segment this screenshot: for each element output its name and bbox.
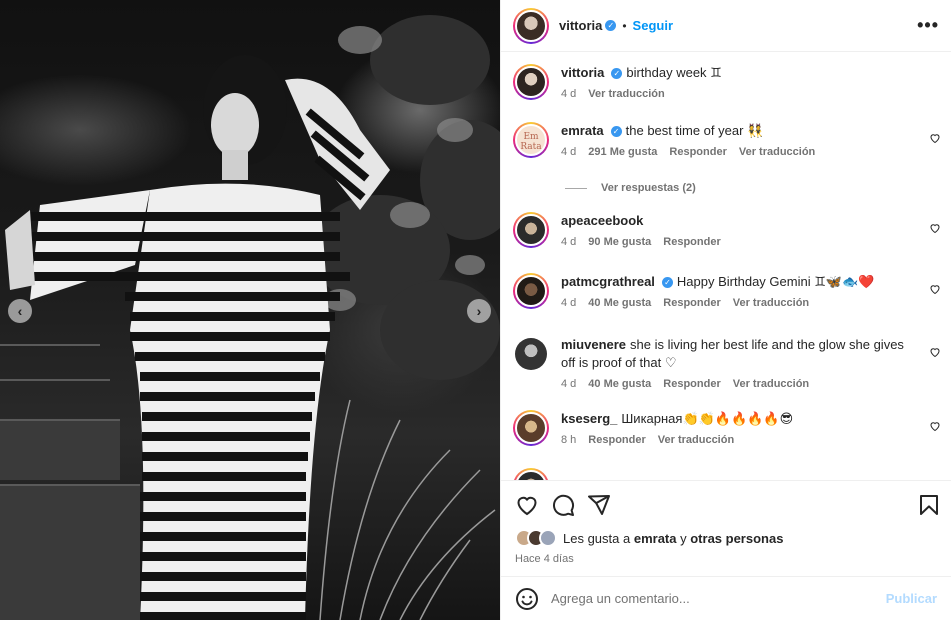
separator-dot: • <box>622 18 627 33</box>
likes-prefix: Les gusta a <box>563 530 631 546</box>
comment-text: the best time of year 👯 <box>625 123 764 138</box>
liker-avatar <box>539 529 557 547</box>
post-photo[interactable]: ‹ › <box>0 0 500 620</box>
see-translation-link[interactable]: Ver traducción <box>658 434 734 446</box>
comment-likes[interactable]: 90 Me gusta <box>588 236 651 248</box>
chevron-right-icon: › <box>476 303 482 319</box>
comment-username[interactable]: miuvenere <box>561 337 626 352</box>
comment-text: Happy Birthday Gemini ♊🦋🐟❤️ <box>676 274 875 289</box>
follow-button[interactable]: Seguir <box>633 18 673 33</box>
carousel-next-button[interactable]: › <box>467 299 491 323</box>
comment-row: Em Rata emrata ✓ the best time of year 👯 4… <box>513 122 941 158</box>
comment-likes[interactable]: 291 Me gusta <box>588 146 657 158</box>
author-avatar[interactable] <box>513 7 549 44</box>
comment-text: Шикарная👏👏🔥🔥🔥🔥😎 <box>621 411 794 426</box>
post-header: vittoria ✓ • Seguir ••• <box>501 0 951 52</box>
comment-text: birthday week ♊ <box>626 65 722 80</box>
publish-button[interactable]: Publicar <box>886 591 937 606</box>
comment-time[interactable]: 8 h <box>561 434 576 446</box>
author-username[interactable]: vittoria <box>559 18 602 33</box>
avatar[interactable] <box>513 468 549 480</box>
avatar[interactable] <box>513 64 549 100</box>
reply-button[interactable]: Responder <box>669 146 726 158</box>
comment-row: apeaceebook 4 d 90 Me gusta Responder <box>513 212 941 248</box>
replies-divider <box>565 187 587 189</box>
see-translation-link[interactable]: Ver traducción <box>733 297 809 309</box>
share-icon[interactable] <box>587 493 611 517</box>
view-replies-label: Ver respuestas (2) <box>601 182 696 194</box>
heart-icon[interactable] <box>929 283 941 295</box>
comment-icon[interactable] <box>551 493 575 517</box>
comment-username[interactable]: kseserg_ <box>561 411 617 426</box>
photo-illustration <box>0 15 500 620</box>
avatar[interactable] <box>513 336 549 372</box>
avatar-text: Em Rata <box>515 124 547 156</box>
comment-username[interactable]: patmcgrathreal <box>561 274 655 289</box>
comment-username[interactable]: vittoria <box>561 65 604 80</box>
comment-username[interactable]: emrata <box>561 123 604 138</box>
comment-username[interactable]: apeaceebook <box>561 213 643 228</box>
heart-icon[interactable] <box>515 493 539 517</box>
comment-time[interactable]: 4 d <box>561 146 576 158</box>
comment-time[interactable]: 4 d <box>561 297 576 309</box>
likes-user[interactable]: emrata <box>634 531 677 546</box>
see-translation-link[interactable]: Ver traducción <box>739 146 815 158</box>
verified-badge-icon: ✓ <box>661 277 673 289</box>
reply-button[interactable]: Responder <box>663 236 720 248</box>
chevron-left-icon: ‹ <box>17 303 23 319</box>
verified-badge-icon: ✓ <box>605 20 617 31</box>
likes-text: Les gusta a emrata y otras personas <box>563 531 783 546</box>
emoji-icon[interactable] <box>515 587 539 611</box>
avatar[interactable] <box>513 212 549 248</box>
view-replies-button[interactable]: Ver respuestas (2) <box>565 182 696 194</box>
heart-icon[interactable] <box>929 346 941 358</box>
see-translation-link[interactable]: Ver traducción <box>588 88 664 100</box>
comment-row: patmcgrathreal ✓ Happy Birthday Gemini ♊🦋🐟… <box>513 273 941 309</box>
comment-row: miuvenere she is living her best life and… <box>513 336 941 390</box>
post-side-panel: vittoria ✓ • Seguir ••• vittoria ✓ birthda… <box>500 0 951 620</box>
comment-time[interactable]: 4 d <box>561 88 576 100</box>
reply-button[interactable]: Responder <box>588 434 645 446</box>
comment-composer: Publicar <box>501 576 951 620</box>
comment-likes[interactable]: 40 Me gusta <box>588 378 651 390</box>
reply-button[interactable]: Responder <box>663 297 720 309</box>
reply-button[interactable]: Responder <box>663 378 720 390</box>
likes-summary[interactable]: Les gusta a emrata y otras personas <box>515 529 783 547</box>
post-date[interactable]: Hace 4 días <box>515 553 574 565</box>
comment-likes[interactable]: 40 Me gusta <box>588 297 651 309</box>
verified-badge-icon: ✓ <box>611 68 623 80</box>
comment-input[interactable] <box>551 591 886 606</box>
verified-badge-icon: ✓ <box>610 126 622 138</box>
heart-icon[interactable] <box>929 420 941 432</box>
avatar[interactable]: Em Rata <box>513 122 549 158</box>
heart-icon[interactable] <box>929 132 941 144</box>
avatar[interactable] <box>513 410 549 446</box>
post-actions: Les gusta a emrata y otras personas Hace… <box>501 480 951 576</box>
caption-row: vittoria ✓ birthday week ♊ 4 d Ver traducc… <box>513 64 941 100</box>
comments-list[interactable]: vittoria ✓ birthday week ♊ 4 d Ver traducc… <box>501 52 951 480</box>
likes-conj: y <box>680 530 687 546</box>
see-translation-link[interactable]: Ver traducción <box>733 378 809 390</box>
bookmark-icon[interactable] <box>917 493 941 517</box>
heart-icon[interactable] <box>929 222 941 234</box>
comment-time[interactable]: 4 d <box>561 378 576 390</box>
comment-row: kseserg_ Шикарная👏👏🔥🔥🔥🔥😎 8 h Responder Ve… <box>513 410 941 446</box>
avatar[interactable] <box>513 273 549 309</box>
more-options-icon[interactable]: ••• <box>917 15 939 36</box>
comment-row <box>513 468 941 480</box>
carousel-prev-button[interactable]: ‹ <box>8 299 32 323</box>
likes-others[interactable]: otras personas <box>690 531 783 546</box>
comment-time[interactable]: 4 d <box>561 236 576 248</box>
